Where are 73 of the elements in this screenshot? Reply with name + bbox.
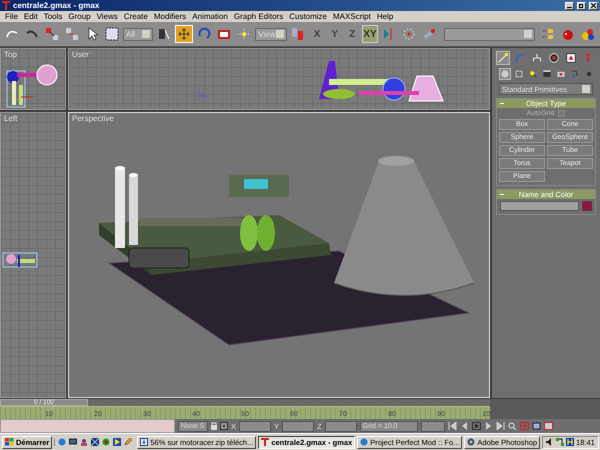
people-icon[interactable] [80,438,88,446]
app-logo-icon [2,1,10,10]
go-to-start-icon[interactable] [448,422,457,430]
target-icon[interactable] [547,51,561,65]
absolute-mode-icon[interactable] [220,422,228,430]
coordinate-input-field[interactable] [282,420,314,432]
menu-item[interactable]: Customize [286,12,330,21]
download-icon [140,438,148,446]
light-icon[interactable] [527,68,539,80]
coordinate-input-field[interactable] [239,420,272,432]
eye-icon [467,438,476,446]
menu-item[interactable]: Tools [40,12,66,21]
close-icon [591,3,596,8]
windows-logo-icon [5,438,14,446]
viewport-label[interactable]: Perspective [69,113,489,123]
app-logo-icon [261,438,270,446]
globe-icon [360,438,368,446]
zoom-extents-icon[interactable] [532,422,541,430]
play-icon[interactable] [113,438,122,446]
coordinate-input-field[interactable] [324,420,357,432]
clover-icon[interactable] [102,438,110,446]
zoom-extents-all-icon[interactable] [544,422,553,430]
previous-frame-icon[interactable] [460,422,469,430]
viewport[interactable]: Top [0,48,66,110]
lock-icon[interactable] [211,422,217,430]
h-logo-icon[interactable] [566,438,574,446]
menu-item[interactable]: Help [374,12,396,21]
camera-icon[interactable] [513,68,525,80]
magic-wand-icon[interactable] [496,51,510,65]
move-arrows-icon[interactable] [175,25,194,43]
selection-filter-dropdown[interactable]: All [123,28,154,40]
speaker-icon[interactable] [546,438,554,446]
axis-button[interactable]: Z [344,25,360,43]
name-input-field[interactable] [500,201,579,211]
key-field[interactable] [420,420,445,432]
desktop-icon[interactable] [69,438,78,446]
menu-item[interactable]: MAXScript [330,12,374,21]
restore-button[interactable] [577,2,586,10]
menu-item[interactable]: Edit [20,12,41,21]
minimize-button[interactable] [565,2,574,10]
play-icon[interactable] [472,422,481,430]
named-selection-dropdown[interactable] [444,28,535,40]
axis-button[interactable]: XY [362,25,378,43]
axis-button[interactable]: X [309,25,325,43]
zoom-icon[interactable] [508,422,517,430]
viewport-label[interactable]: Left [1,113,65,123]
reference-coordinate-dropdown[interactable]: View [255,28,288,40]
menu-item[interactable]: Graph Editors [230,12,286,21]
restore-icon [579,3,584,8]
pencil-icon[interactable] [124,438,132,446]
close-button[interactable] [589,2,598,10]
network-icon[interactable] [556,438,564,446]
color-swatch[interactable] [582,201,592,211]
viewport[interactable]: Left [0,112,66,398]
menu-item[interactable]: Group [65,12,94,21]
link-icon[interactable] [43,25,61,43]
viewport[interactable]: Perspective [68,112,490,398]
sphere-icon[interactable] [499,68,511,80]
clapperboard-icon[interactable] [541,68,553,80]
menu-item[interactable]: Views [94,12,121,21]
viewport-label[interactable]: User [69,49,489,59]
axis-button[interactable]: Y [326,25,343,43]
go-to-end-icon[interactable] [496,422,505,430]
next-frame-icon[interactable] [484,422,493,430]
prompt-field[interactable] [0,419,175,433]
selection-rectangle-icon[interactable] [103,25,121,43]
menu-item[interactable]: Create [120,12,151,21]
menu-item[interactable]: File [2,12,21,21]
viewport[interactable]: User [68,48,490,110]
window-title: centrale2.gmax - gmax [13,1,100,10]
menu-item[interactable]: Animation [189,12,231,21]
menu-item[interactable]: Modifiers [150,12,190,21]
viewport-label[interactable]: Top [1,49,65,59]
